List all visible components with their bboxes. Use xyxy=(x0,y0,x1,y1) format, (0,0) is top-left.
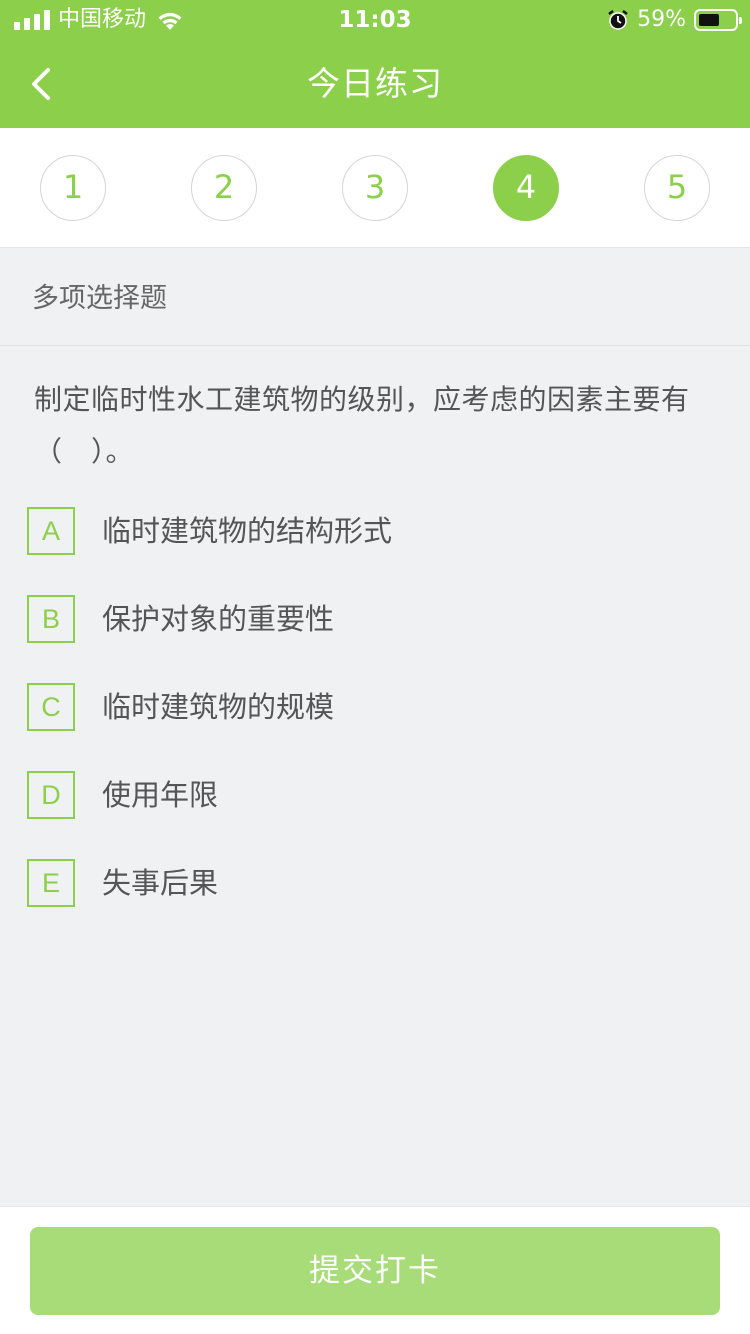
option-text: 临时建筑物的结构形式 xyxy=(102,514,393,548)
option-letter: E xyxy=(27,859,75,907)
option-letter: A xyxy=(27,507,75,555)
option-c[interactable]: C 临时建筑物的规模 xyxy=(27,683,727,731)
option-text: 临时建筑物的规模 xyxy=(102,690,335,724)
battery-fill xyxy=(699,14,719,26)
option-letter: C xyxy=(27,683,75,731)
question-text: 制定临时性水工建筑物的级别，应考虑的因素主要有（ ）。 xyxy=(34,383,690,468)
option-text: 使用年限 xyxy=(102,778,219,812)
option-letter: D xyxy=(27,771,75,819)
question-type: 多项选择题 xyxy=(32,283,167,314)
step-3[interactable]: 3 xyxy=(342,155,408,221)
option-text: 失事后果 xyxy=(102,866,219,900)
status-bar: 中国移动 11:03 59% xyxy=(0,0,750,40)
step-2[interactable]: 2 xyxy=(191,155,257,221)
alarm-icon xyxy=(608,10,628,30)
battery-icon xyxy=(694,9,742,31)
option-d[interactable]: D 使用年限 xyxy=(27,771,727,819)
question-stepper: 1 2 3 4 5 xyxy=(0,128,750,248)
status-right: 59% xyxy=(607,6,742,34)
page-title: 今日练习 xyxy=(307,64,443,103)
step-1[interactable]: 1 xyxy=(40,155,106,221)
submit-checkin-button[interactable]: 提交打卡 xyxy=(30,1227,720,1315)
header: 中国移动 11:03 59% 今日练习 xyxy=(0,0,750,128)
footer: 提交打卡 xyxy=(0,1206,750,1334)
option-a[interactable]: A 临时建筑物的结构形式 xyxy=(27,507,727,555)
option-b[interactable]: B 保护对象的重要性 xyxy=(27,595,727,643)
step-4[interactable]: 4 xyxy=(493,155,559,221)
option-text: 保护对象的重要性 xyxy=(102,602,335,636)
option-e[interactable]: E 失事后果 xyxy=(27,859,727,907)
battery-percent: 59% xyxy=(637,7,686,32)
question-type-bar: 多项选择题 xyxy=(0,249,750,346)
step-5[interactable]: 5 xyxy=(644,155,710,221)
option-letter: B xyxy=(27,595,75,643)
nav-bar: 今日练习 xyxy=(0,40,750,128)
battery-cap xyxy=(739,17,742,24)
